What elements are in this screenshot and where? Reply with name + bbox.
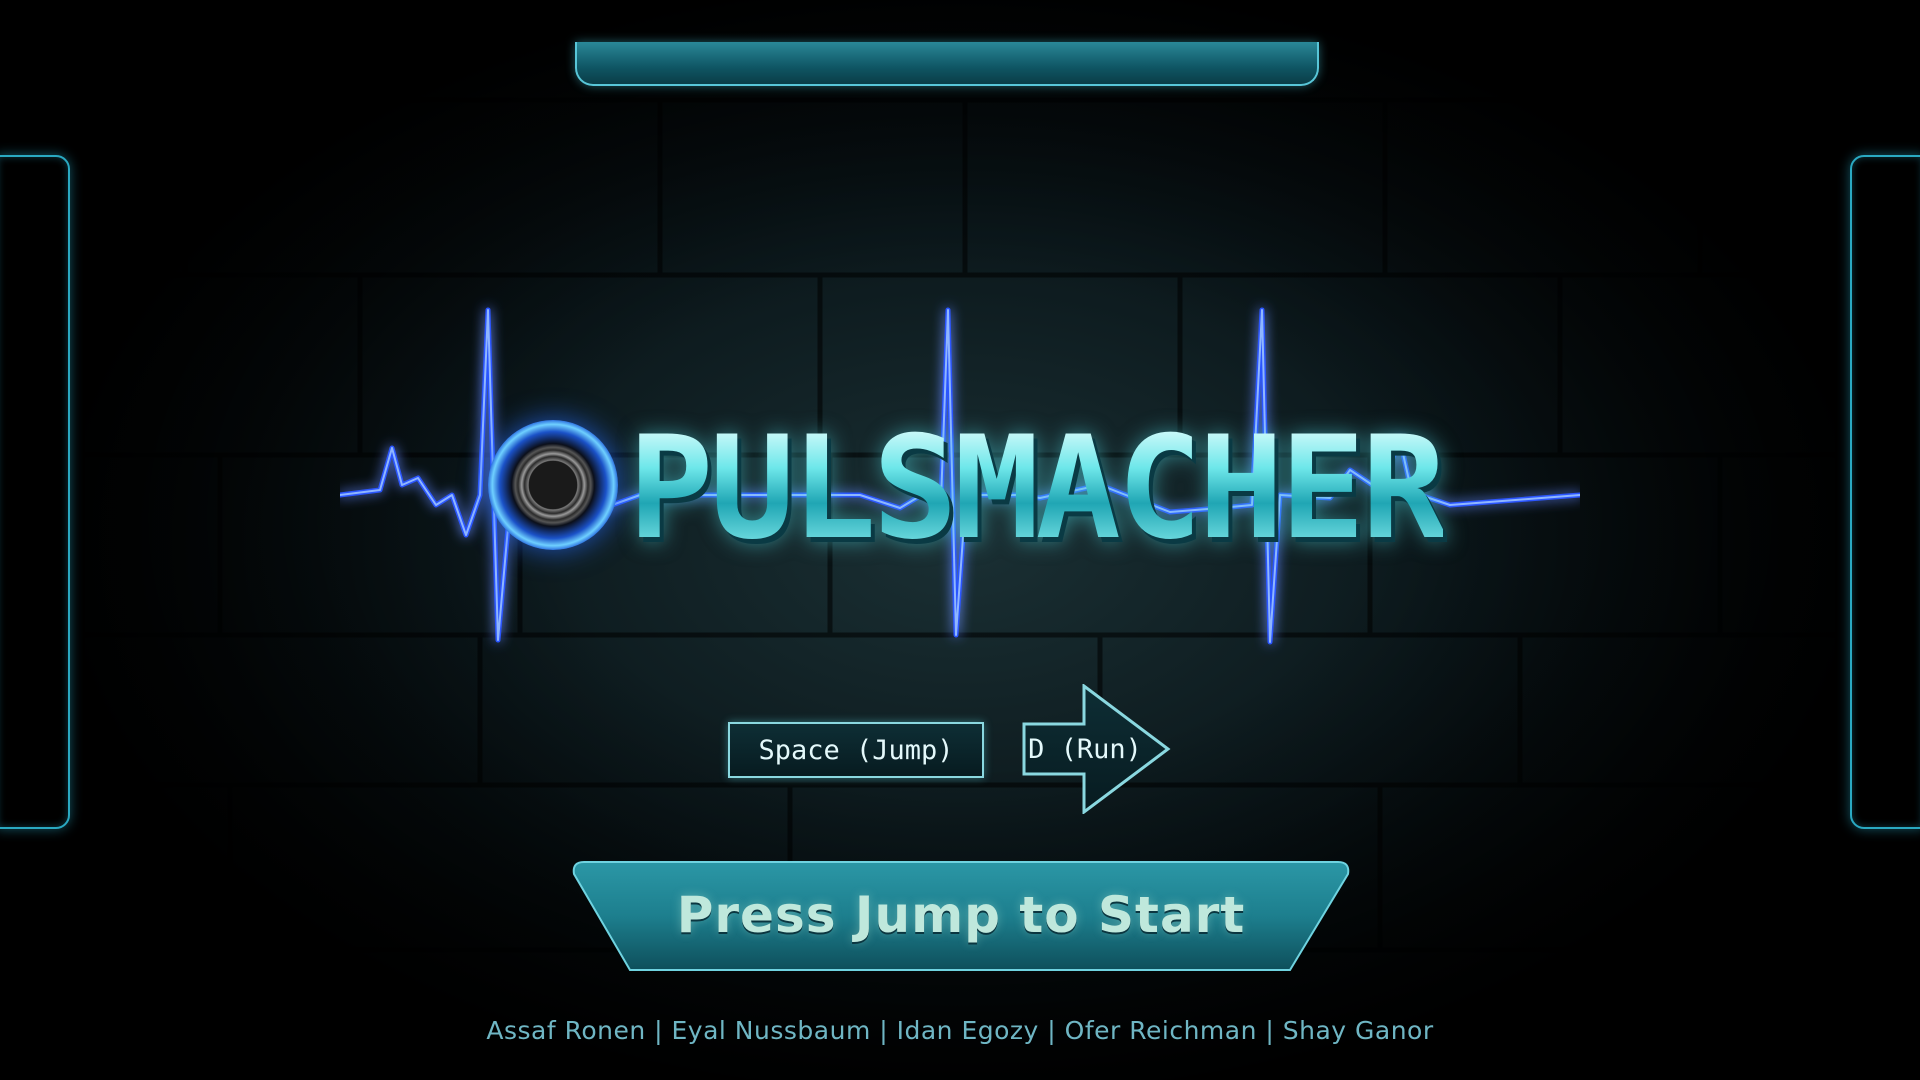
speaker-disc-icon bbox=[488, 420, 618, 550]
title-screen: PULSMACHER Space (Jump) D (Run) Press Ju… bbox=[0, 0, 1920, 1080]
left-frame-panel bbox=[0, 155, 70, 829]
run-key-hint: D (Run) bbox=[1028, 733, 1142, 765]
top-frame-bar bbox=[575, 42, 1319, 86]
right-frame-panel bbox=[1850, 155, 1920, 829]
jump-key-hint: Space (Jump) bbox=[728, 722, 984, 778]
game-title-logo: PULSMACHER bbox=[628, 406, 1447, 571]
press-jump-to-start-label[interactable]: Press Jump to Start bbox=[570, 872, 1352, 958]
credits-line: Assaf Ronen | Eyal Nussbaum | Idan Egozy… bbox=[486, 1016, 1434, 1045]
